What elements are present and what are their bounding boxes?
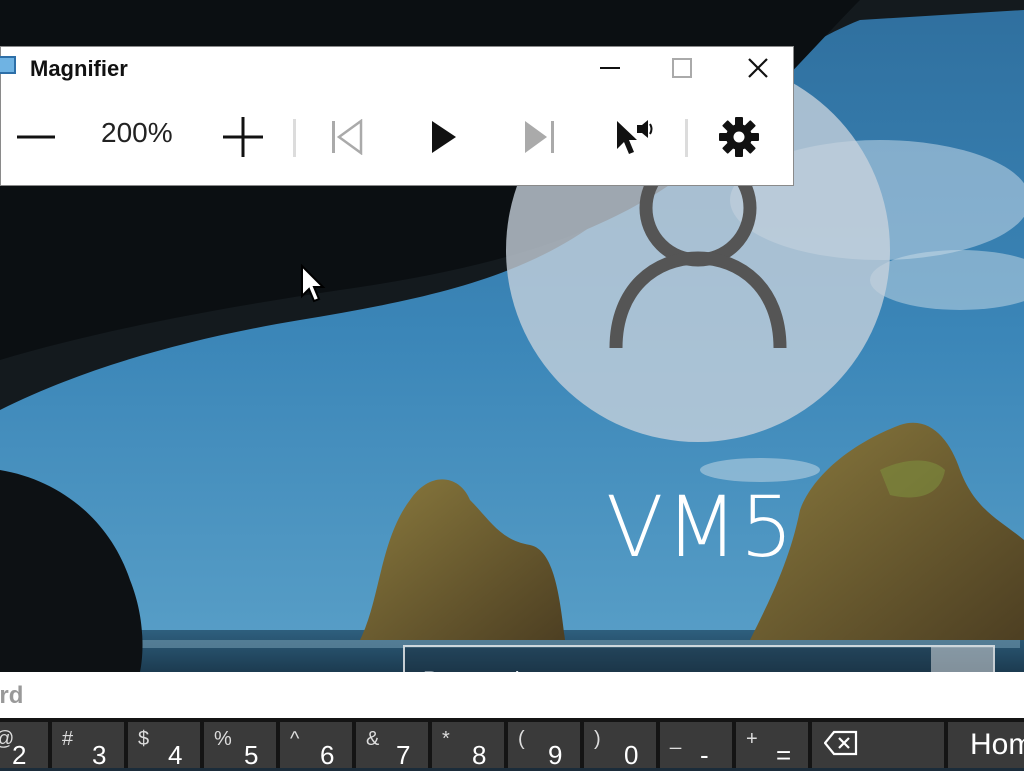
key-primary-label: = (776, 740, 792, 770)
key-home[interactable]: Home (948, 722, 1024, 768)
play-icon (432, 121, 456, 153)
key-0[interactable]: ) 0 (584, 722, 656, 770)
key-primary-label: 6 (320, 740, 335, 770)
gear-icon (719, 117, 759, 157)
skip-forward-icon (525, 121, 554, 153)
key-primary-label: 8 (472, 740, 487, 770)
previous-paragraph-button[interactable] (315, 101, 379, 173)
next-paragraph-button[interactable] (507, 101, 571, 173)
magnifier-app-icon (0, 56, 16, 74)
zoom-out-button[interactable] (5, 101, 67, 173)
key-secondary-label: ^ (290, 728, 300, 750)
magnifier-titlebar[interactable]: Magnifier (0, 47, 793, 89)
key-secondary-label: ( (518, 728, 525, 750)
on-screen-keyboard-titlebar: ard (0, 672, 1024, 718)
key-backspace[interactable] (812, 722, 944, 768)
minimize-icon (600, 67, 620, 69)
keyboard-number-row: @ 2 # 3 $ 4 % 5 ^ 6 & 7 * 8 ( 9 ) 0 _ - … (0, 718, 1024, 770)
key-primary-label: 4 (168, 740, 183, 770)
key-5[interactable]: % 5 (204, 722, 276, 770)
zoom-level: 200% (101, 117, 173, 148)
cursor-speaker-icon (617, 120, 653, 154)
close-icon (748, 58, 768, 78)
key-secondary-label: ) (594, 728, 601, 750)
key-secondary-label: % (214, 728, 232, 750)
key-secondary-label: * (442, 728, 450, 750)
key-secondary-label: _ (670, 728, 682, 750)
key-8[interactable]: * 8 (432, 722, 504, 770)
zoom-in-button[interactable] (211, 101, 275, 173)
key-home-label: Home (970, 728, 1024, 761)
key-primary-label: 7 (396, 740, 411, 770)
maximize-button[interactable] (647, 47, 717, 89)
minimize-button[interactable] (575, 47, 645, 89)
key-primary-label: 5 (244, 740, 259, 770)
magnifier-window[interactable]: Magnifier 200% (0, 46, 794, 186)
key-7[interactable]: & 7 (356, 722, 428, 770)
key-secondary-label: & (366, 728, 380, 750)
key-4[interactable]: $ 4 (128, 722, 200, 770)
key-3[interactable]: # 3 (52, 722, 124, 770)
key-primary-label: 9 (548, 740, 563, 770)
key-secondary-label: + (746, 728, 758, 750)
key-primary-label: 2 (12, 740, 27, 770)
read-from-here-button[interactable] (603, 101, 667, 173)
key-primary-label: - (700, 740, 709, 770)
key-minus[interactable]: _ - (660, 722, 732, 770)
toolbar-divider (293, 119, 296, 157)
plus-icon (223, 117, 263, 157)
key-equals[interactable]: + = (736, 722, 808, 770)
key-secondary-label: $ (138, 728, 150, 750)
mouse-cursor-icon (301, 264, 326, 303)
settings-button[interactable] (707, 101, 771, 173)
key-2[interactable]: @ 2 (0, 722, 48, 770)
key-secondary-label: # (62, 728, 74, 750)
key-primary-label: 3 (92, 740, 107, 770)
key-9[interactable]: ( 9 (508, 722, 580, 770)
user-name: VM5 (606, 478, 796, 576)
skip-back-icon (332, 119, 363, 155)
magnifier-toolbar: 200% (1, 89, 793, 185)
key-primary-label: 0 (624, 740, 639, 770)
close-button[interactable] (723, 47, 793, 89)
backspace-icon (824, 730, 858, 756)
key-6[interactable]: ^ 6 (280, 722, 352, 770)
toolbar-divider (685, 119, 688, 157)
minus-icon (17, 135, 55, 139)
window-title: Magnifier (30, 56, 128, 81)
maximize-icon (672, 58, 692, 78)
keyboard-title: ard (0, 682, 24, 709)
read-play-button[interactable] (411, 101, 475, 173)
